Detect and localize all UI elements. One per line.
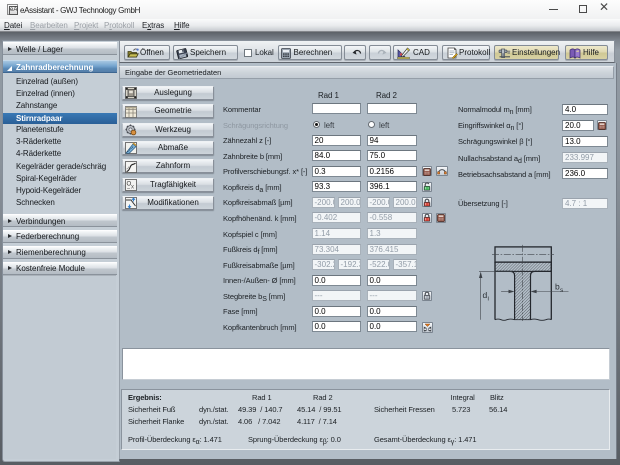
svg-text:x: x: [131, 185, 134, 191]
svg-text:i: i: [488, 296, 489, 303]
svg-text:s: s: [560, 287, 564, 294]
